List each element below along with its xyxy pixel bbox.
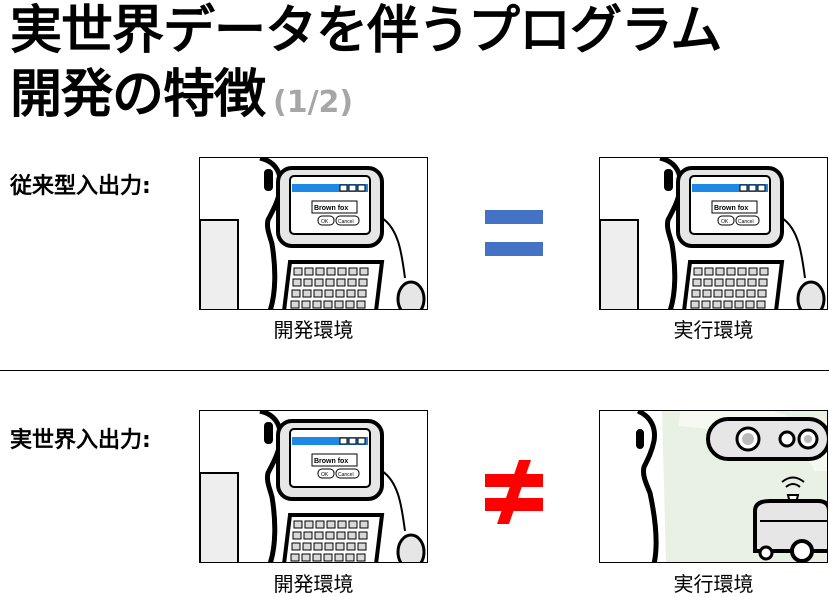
- computer-user-icon: Brown fox OK Cancel: [200, 158, 426, 309]
- dialog-cancel-label: Cancel: [738, 219, 754, 225]
- real-world-runtime-illustration: [599, 410, 828, 563]
- dialog-ok-label: OK: [721, 219, 729, 225]
- dialog-ok-label: OK: [321, 472, 329, 478]
- title-line-1: 実世界データを伴うプログラム: [10, 1, 722, 61]
- dialog-text: Brown fox: [714, 205, 748, 212]
- row-label-real-world-io: 実世界入出力:: [10, 428, 151, 453]
- section-divider: [0, 370, 829, 371]
- title-line-2-text: 開発の特徴: [10, 65, 266, 125]
- runtime-environment-illustration: Brown fox OK Cancel: [599, 157, 828, 310]
- dialog-text: Brown fox: [314, 205, 348, 212]
- runtime-environment-caption: 実行環境: [673, 572, 754, 596]
- dev-environment-caption: 開発環境: [273, 318, 354, 342]
- dialog-cancel-label: Cancel: [338, 219, 354, 225]
- not-equals-icon: [485, 460, 543, 524]
- dev-environment-caption: 開発環境: [273, 572, 354, 596]
- dialog-text: Brown fox: [314, 458, 348, 465]
- row-label-conventional-io: 従来型入出力:: [10, 174, 151, 199]
- runtime-environment-caption: 実行環境: [673, 318, 754, 342]
- computer-user-icon: Brown fox OK Cancel: [200, 411, 426, 562]
- computer-user-icon: Brown fox OK Cancel: [600, 158, 826, 309]
- dev-environment-illustration: Brown fox OK Cancel: [199, 157, 428, 310]
- dialog-cancel-label: Cancel: [338, 472, 354, 478]
- page-indicator: (1/2): [273, 85, 354, 120]
- dialog-ok-label: OK: [321, 219, 329, 225]
- equals-icon: [485, 210, 543, 256]
- title-line-2: 開発の特徴 (1/2): [10, 64, 353, 134]
- robot-sensor-scene-icon: [636, 411, 827, 562]
- dev-environment-illustration: Brown fox OK Cancel: [199, 410, 428, 563]
